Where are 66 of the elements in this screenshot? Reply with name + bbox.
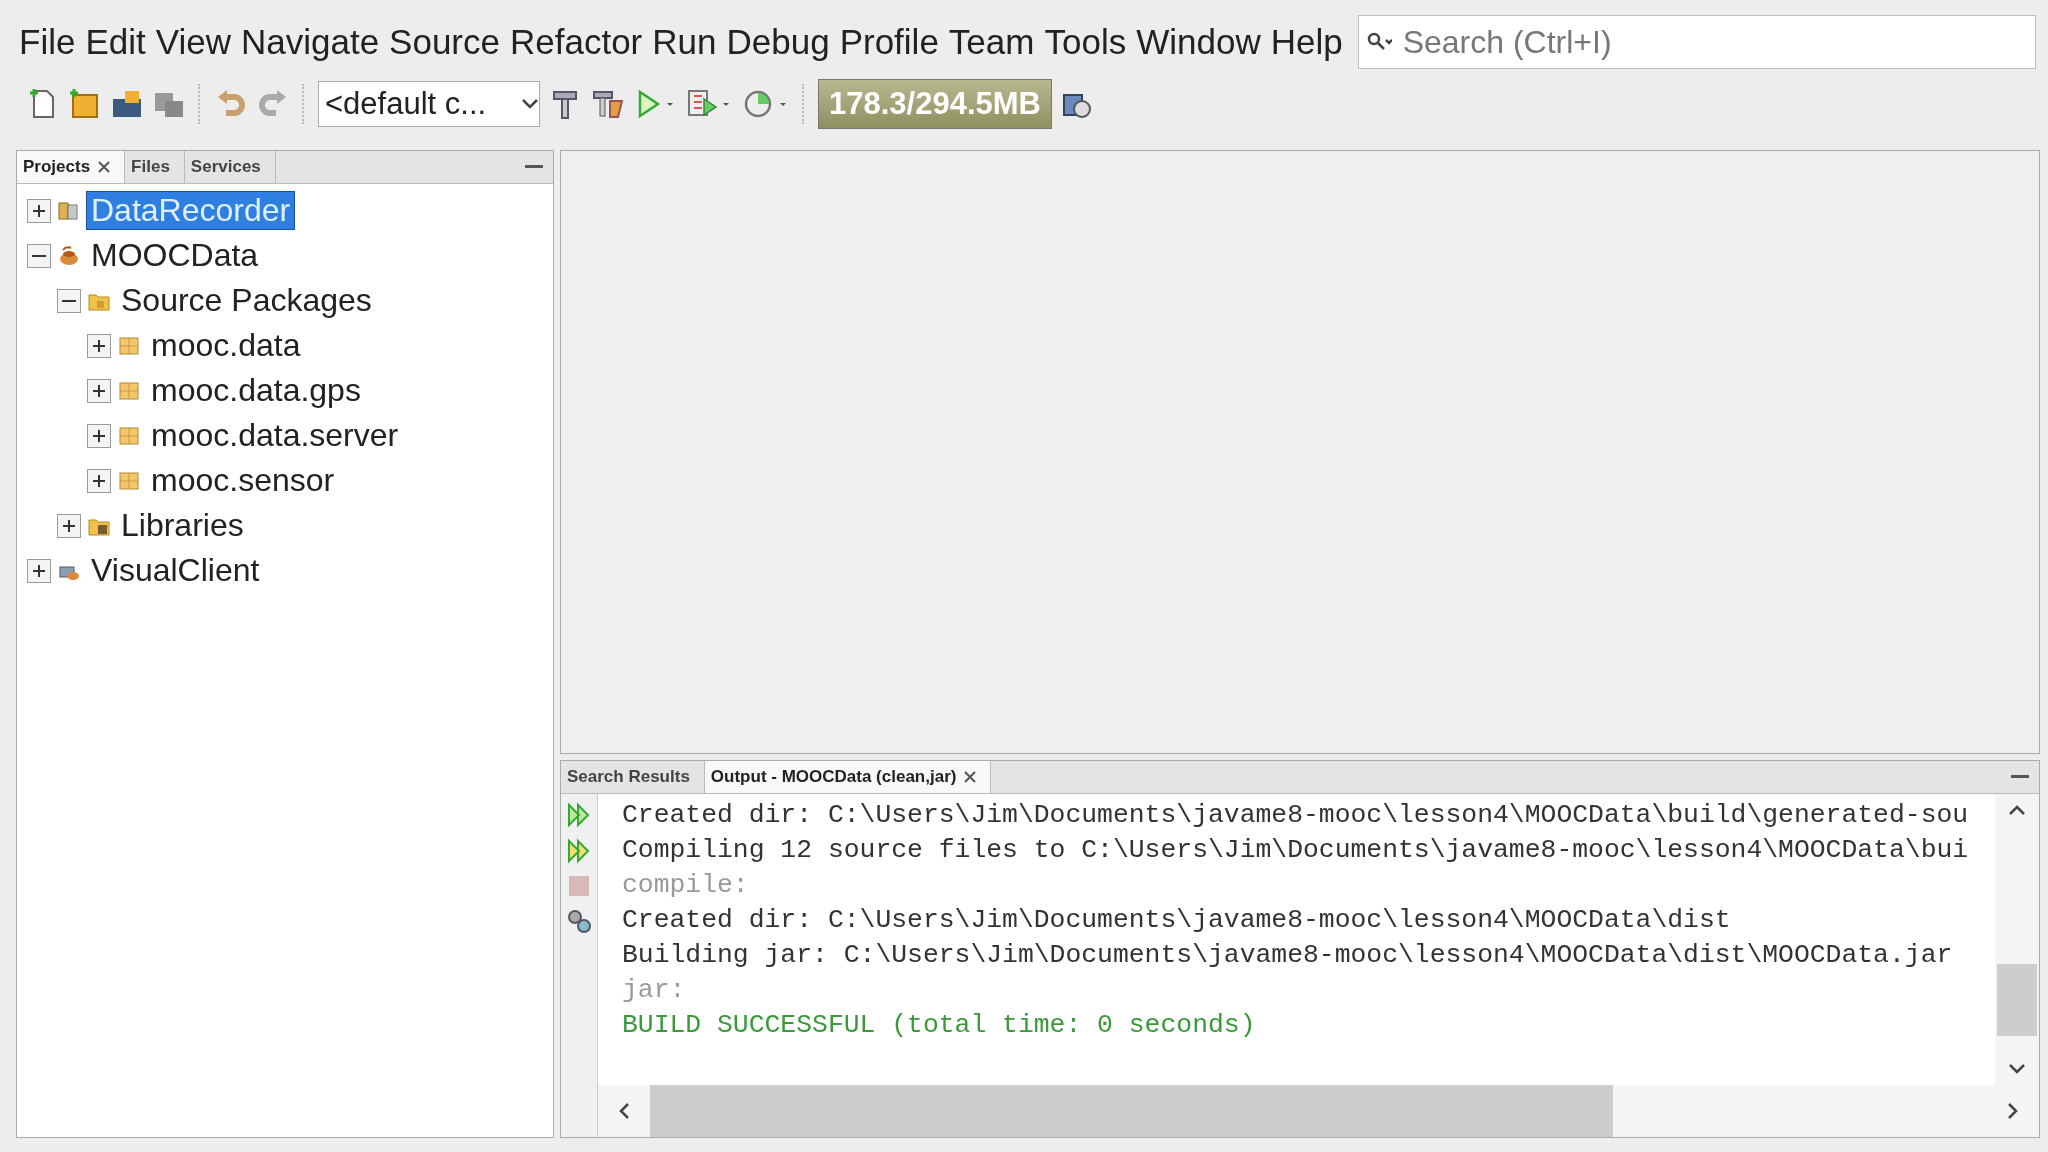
plus-icon	[62, 518, 76, 533]
tree-item[interactable]: MOOCData	[87, 237, 263, 274]
menu-item[interactable]: Help	[1265, 22, 1348, 62]
menu-item[interactable]: Edit	[80, 22, 151, 62]
output-line: Compiling 12 source files to C:\Users\Jim\Documents\javame8-mooc\lesson4\MOOCData\bui	[622, 834, 1970, 867]
menu-item[interactable]: Profile	[834, 22, 944, 62]
expand-toggle[interactable]	[57, 288, 81, 313]
menu-item[interactable]: Team	[943, 22, 1040, 62]
menu-item[interactable]: Tools	[1039, 22, 1132, 62]
plus-icon	[92, 338, 106, 353]
menu-item[interactable]: File	[14, 22, 81, 62]
expand-toggle[interactable]	[27, 558, 51, 583]
horizontal-scrollbar[interactable]	[598, 1085, 2039, 1137]
rerun-with-arguments-icon[interactable]	[567, 838, 591, 864]
tree-item[interactable]: VisualClient	[87, 552, 264, 589]
close-icon[interactable]	[98, 161, 111, 173]
tree-item[interactable]: mooc.data.gps	[147, 372, 365, 409]
vertical-scrollbar[interactable]	[1995, 794, 2039, 1085]
expand-toggle[interactable]	[27, 198, 51, 223]
output-line: compile:	[622, 869, 750, 902]
menu-item[interactable]: Window	[1131, 22, 1266, 62]
close-icon[interactable]	[964, 771, 977, 783]
expand-toggle[interactable]	[87, 378, 111, 403]
expand-toggle[interactable]	[27, 243, 51, 268]
minimize-icon[interactable]	[2011, 775, 2029, 779]
expand-toggle[interactable]	[57, 513, 81, 538]
menu-item[interactable]: Debug	[721, 22, 835, 62]
menu-item[interactable]: Navigate	[235, 22, 385, 62]
chevron-right-icon[interactable]	[2007, 1102, 2019, 1120]
tree-item[interactable]: mooc.data.server	[147, 417, 403, 454]
configuration-dropdown[interactable]: <default c...	[318, 81, 540, 127]
output-line: Created dir: C:\Users\Jim\Documents\javame8-mooc\lesson4\MOOCData\dist	[622, 904, 1732, 937]
output-line: BUILD SUCCESSFUL (total time: 0 seconds)	[622, 1009, 1257, 1042]
expand-toggle[interactable]	[87, 333, 111, 358]
output-line: Created dir: C:\Users\Jim\Documents\javame8-mooc\lesson4\MOOCData\build\generated-sou	[622, 799, 1970, 832]
minus-icon	[32, 254, 46, 257]
output-line: jar:	[622, 974, 687, 1007]
plus-icon	[92, 383, 106, 398]
expand-toggle[interactable]	[87, 468, 111, 493]
plus-icon	[32, 203, 46, 218]
chevron-up-icon[interactable]	[2008, 804, 2026, 816]
tree-item[interactable]: Libraries	[117, 507, 248, 544]
tree-item[interactable]: mooc.data	[147, 327, 305, 364]
menu-item[interactable]: View	[150, 22, 236, 62]
minus-icon	[62, 299, 76, 302]
search-field[interactable]: Search (Ctrl+I)	[1357, 15, 2036, 69]
menu-item[interactable]: Run	[647, 22, 722, 62]
scrollbar-thumb[interactable]	[1997, 963, 2037, 1036]
menu-item[interactable]: Refactor	[505, 22, 648, 62]
tree-item[interactable]: Source Packages	[117, 282, 376, 319]
panel-tab[interactable]: Output - MOOCData (clean,jar)	[704, 761, 992, 793]
scrollbar-thumb[interactable]	[650, 1085, 1613, 1137]
chevron-down-icon	[521, 98, 539, 110]
minimize-icon[interactable]	[525, 165, 543, 169]
tree-item[interactable]: mooc.sensor	[147, 462, 339, 499]
output-line: Building jar: C:\Users\Jim\Documents\javame8-mooc\lesson4\MOOCData\dist\MOOCData.jar	[622, 939, 1954, 972]
project-icon	[57, 243, 81, 268]
plus-icon	[92, 473, 106, 488]
expand-toggle[interactable]	[87, 423, 111, 448]
plus-icon	[32, 563, 46, 578]
chevron-down-icon[interactable]	[2008, 1063, 2026, 1075]
chevron-left-icon[interactable]	[618, 1102, 630, 1120]
plus-icon	[92, 428, 106, 443]
rerun-icon[interactable]	[567, 802, 591, 828]
panel-tab[interactable]: Projects	[17, 151, 126, 183]
menu-item[interactable]: Source	[384, 22, 505, 62]
